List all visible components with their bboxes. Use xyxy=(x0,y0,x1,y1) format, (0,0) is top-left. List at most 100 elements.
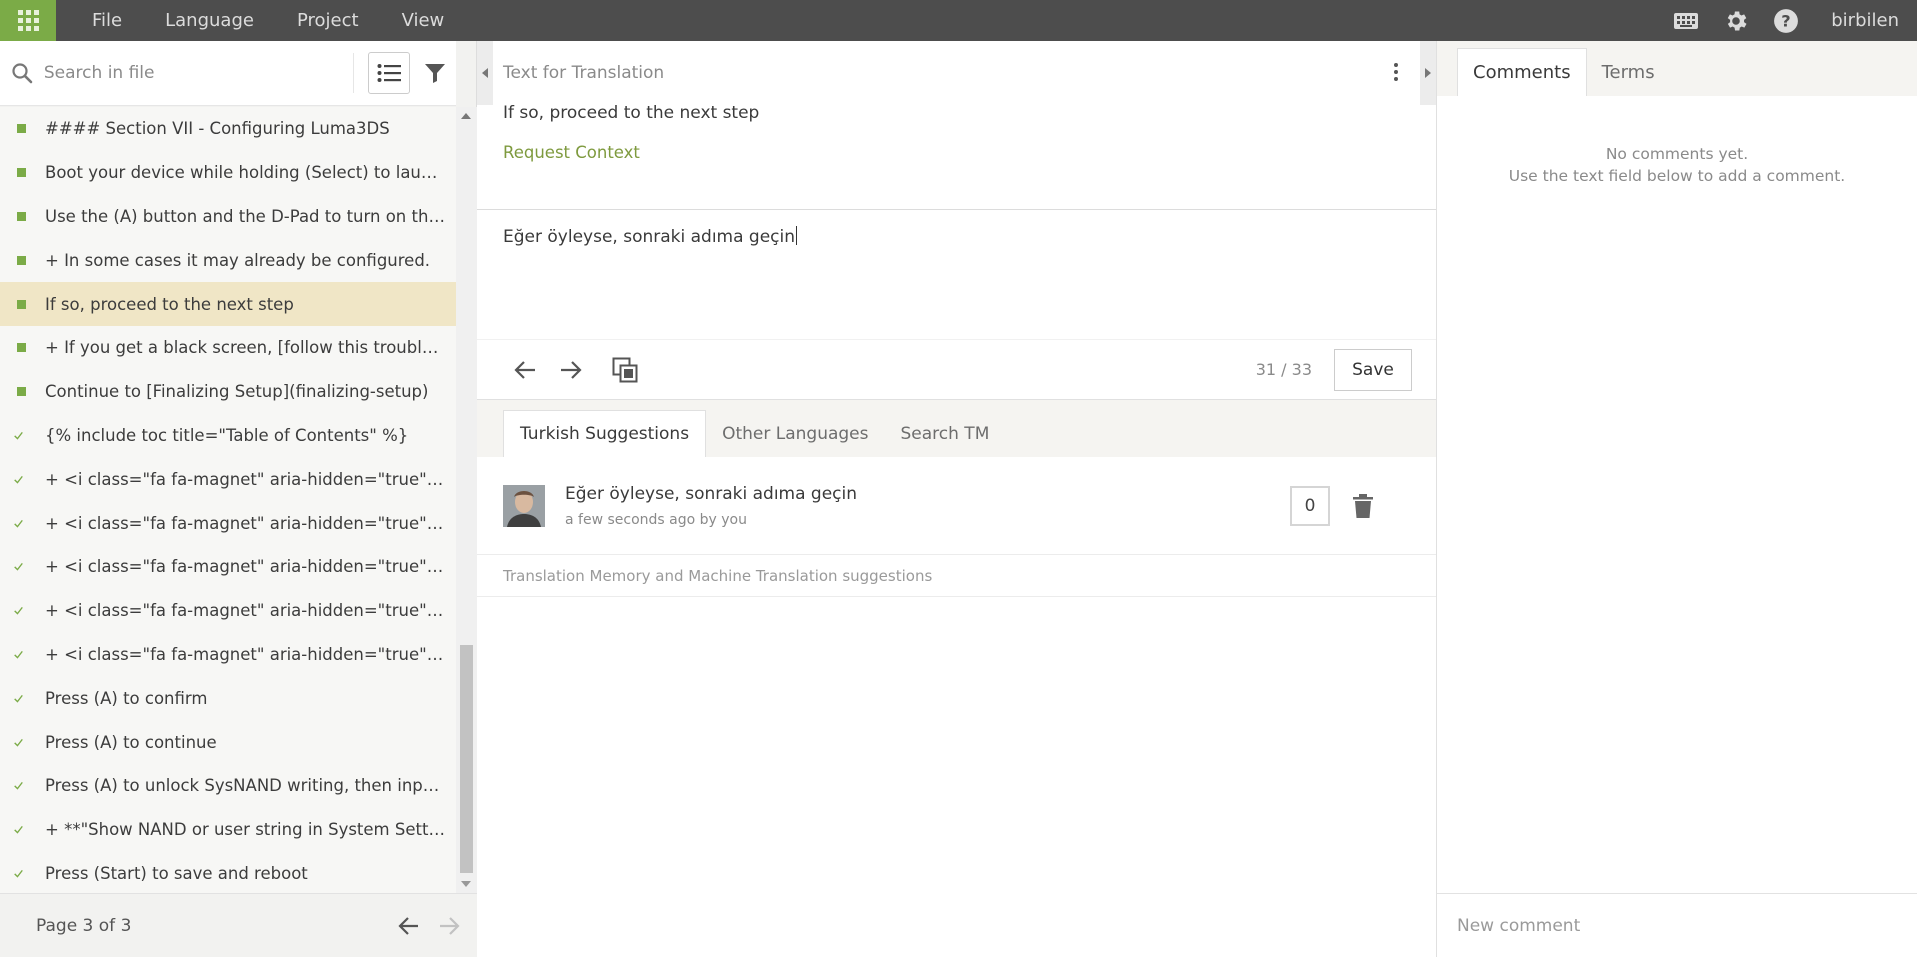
pagination: Page 3 of 3 xyxy=(0,893,477,957)
comments-panel: Comments Terms No comments yet. Use the … xyxy=(1436,41,1917,957)
entity-row[interactable]: Press (A) to continue xyxy=(0,720,456,764)
translation-textarea[interactable]: Eğer öyleyse, sonraki adıma geçin xyxy=(503,226,1436,247)
next-page-button[interactable] xyxy=(429,906,469,946)
copy-source-button[interactable] xyxy=(605,350,645,390)
suggestion-meta: a few seconds ago by you xyxy=(565,511,747,528)
status-square-icon xyxy=(17,211,26,221)
new-comment-input[interactable] xyxy=(1457,915,1897,936)
entity-row[interactable]: + If you get a black screen, [follow thi… xyxy=(0,326,456,370)
empty-comments-line2: Use the text field below to add a commen… xyxy=(1508,167,1846,185)
list-icon xyxy=(377,64,402,82)
entity-row[interactable]: + In some cases it may already be config… xyxy=(0,238,456,282)
empty-comments-message: No comments yet. Use the text field belo… xyxy=(1437,143,1917,187)
previous-page-button[interactable] xyxy=(389,906,429,946)
entity-list-scrollbar[interactable] xyxy=(456,107,477,893)
avatar xyxy=(503,484,545,527)
entity-row[interactable]: Press (A) to confirm xyxy=(0,676,456,720)
entity-row[interactable]: Use the (A) button and the D-Pad to turn… xyxy=(0,195,456,239)
arrow-left-icon xyxy=(398,916,418,935)
source-string: If so, proceed to the next step xyxy=(503,103,760,123)
entity-row[interactable]: + <i class="fa fa-magnet" aria-hidden="t… xyxy=(0,633,456,677)
trash-icon xyxy=(1353,493,1373,518)
user-menu[interactable]: birbilen xyxy=(1811,10,1917,31)
tab-turkish-suggestions[interactable]: Turkish Suggestions xyxy=(503,410,707,457)
entity-row[interactable]: + <i class="fa fa-magnet" aria-hidden="t… xyxy=(0,545,456,589)
caret-right-icon xyxy=(1425,68,1431,78)
help-icon[interactable]: ? xyxy=(1761,0,1811,41)
status-square-icon xyxy=(17,299,26,309)
status-square-icon xyxy=(17,168,26,178)
vote-count[interactable]: 0 xyxy=(1290,485,1330,526)
main-menu: File Language Project View xyxy=(92,10,487,31)
entity-text: + <i class="fa fa-magnet" aria-hidden="t… xyxy=(45,513,447,533)
entity-row[interactable]: + <i class="fa fa-magnet" aria-hidden="t… xyxy=(0,589,456,633)
previous-string-button[interactable] xyxy=(505,350,545,390)
checkmark-icon xyxy=(14,518,23,529)
copy-icon xyxy=(612,357,638,382)
tab-search-tm[interactable]: Search TM xyxy=(885,410,1006,457)
entity-row[interactable]: If so, proceed to the next step xyxy=(0,282,456,326)
entity-text: + <i class="fa fa-magnet" aria-hidden="t… xyxy=(45,469,447,489)
collapse-left-button[interactable] xyxy=(477,41,493,105)
entity-row[interactable]: {% include toc title="Table of Contents"… xyxy=(0,414,456,458)
filter-button[interactable] xyxy=(414,52,456,94)
apps-grid-button[interactable] xyxy=(0,0,56,41)
entity-text: Boot your device while holding (Select) … xyxy=(45,163,447,183)
next-string-button[interactable] xyxy=(551,350,591,390)
menu-file[interactable]: File xyxy=(92,10,122,31)
collapse-right-button[interactable] xyxy=(1420,41,1436,105)
keyboard-icon[interactable] xyxy=(1661,0,1711,41)
checkmark-icon xyxy=(14,430,23,441)
arrow-right-icon xyxy=(440,916,460,935)
tm-mt-suggestions-header: Translation Memory and Machine Translati… xyxy=(477,555,1436,597)
tab-terms[interactable]: Terms xyxy=(1587,48,1670,96)
entity-row[interactable]: Press (Start) to save and reboot xyxy=(0,852,456,893)
scroll-up-arrow[interactable] xyxy=(461,113,471,119)
editor-header: Text for Translation xyxy=(477,41,1436,105)
top-bar: File Language Project View ? birbilen xyxy=(0,0,1917,41)
checkmark-icon xyxy=(14,474,23,485)
status-square-icon xyxy=(17,343,26,353)
entity-text: Continue to [Finalizing Setup](finalizin… xyxy=(45,382,429,402)
delete-suggestion-button[interactable] xyxy=(1343,486,1383,526)
entity-list-panel: #### Section VII - Configuring Luma3DS Bo… xyxy=(0,41,477,957)
search-bar xyxy=(0,41,456,106)
tab-comments[interactable]: Comments xyxy=(1457,48,1587,96)
entity-row[interactable]: Press (A) to unlock SysNAND writing, the… xyxy=(0,764,456,808)
list-view-button[interactable] xyxy=(368,52,411,94)
checkmark-icon xyxy=(14,605,23,616)
menu-view[interactable]: View xyxy=(402,10,445,31)
suggestion-body: Eğer öyleyse, sonraki adıma geçin a few … xyxy=(565,484,857,528)
gear-icon[interactable] xyxy=(1711,0,1761,41)
translation-editor[interactable]: Eğer öyleyse, sonraki adıma geçin xyxy=(477,209,1436,339)
entity-text: Press (A) to unlock SysNAND writing, the… xyxy=(45,776,447,796)
new-comment-box xyxy=(1437,893,1917,957)
entity-row[interactable]: + **"Show NAND or user string in System … xyxy=(0,808,456,852)
entity-row[interactable]: Boot your device while holding (Select) … xyxy=(0,151,456,195)
entity-row[interactable]: #### Section VII - Configuring Luma3DS xyxy=(0,107,456,151)
entity-text: #### Section VII - Configuring Luma3DS xyxy=(45,119,390,139)
empty-comments-line1: No comments yet. xyxy=(1605,145,1749,163)
entity-text: + <i class="fa fa-magnet" aria-hidden="t… xyxy=(45,557,447,577)
checkmark-icon xyxy=(14,561,23,572)
entity-row[interactable]: Continue to [Finalizing Setup](finalizin… xyxy=(0,370,456,414)
request-context-link[interactable]: Request Context xyxy=(503,143,640,162)
suggestion-item[interactable]: Eğer öyleyse, sonraki adıma geçin a few … xyxy=(477,457,1436,555)
menu-language[interactable]: Language xyxy=(165,10,254,31)
arrow-left-icon xyxy=(514,360,535,379)
menu-project[interactable]: Project xyxy=(297,10,359,31)
suggestion-text: Eğer öyleyse, sonraki adıma geçin xyxy=(565,483,858,504)
scroll-down-arrow[interactable] xyxy=(461,881,471,887)
right-tabs: Comments Terms xyxy=(1437,41,1917,96)
search-input[interactable] xyxy=(43,63,344,83)
string-counter: 31 / 33 xyxy=(1255,360,1312,379)
save-button[interactable]: Save xyxy=(1334,348,1412,391)
more-options-icon[interactable] xyxy=(1394,63,1398,81)
entity-text: + **"Show NAND or user string in System … xyxy=(45,820,447,840)
entity-row[interactable]: + <i class="fa fa-magnet" aria-hidden="t… xyxy=(0,501,456,545)
caret-left-icon xyxy=(482,68,488,78)
scroll-thumb[interactable] xyxy=(460,645,473,873)
tab-other-languages[interactable]: Other Languages xyxy=(706,410,884,457)
entity-row[interactable]: + <i class="fa fa-magnet" aria-hidden="t… xyxy=(0,457,456,501)
entity-text: Press (Start) to save and reboot xyxy=(45,863,308,883)
